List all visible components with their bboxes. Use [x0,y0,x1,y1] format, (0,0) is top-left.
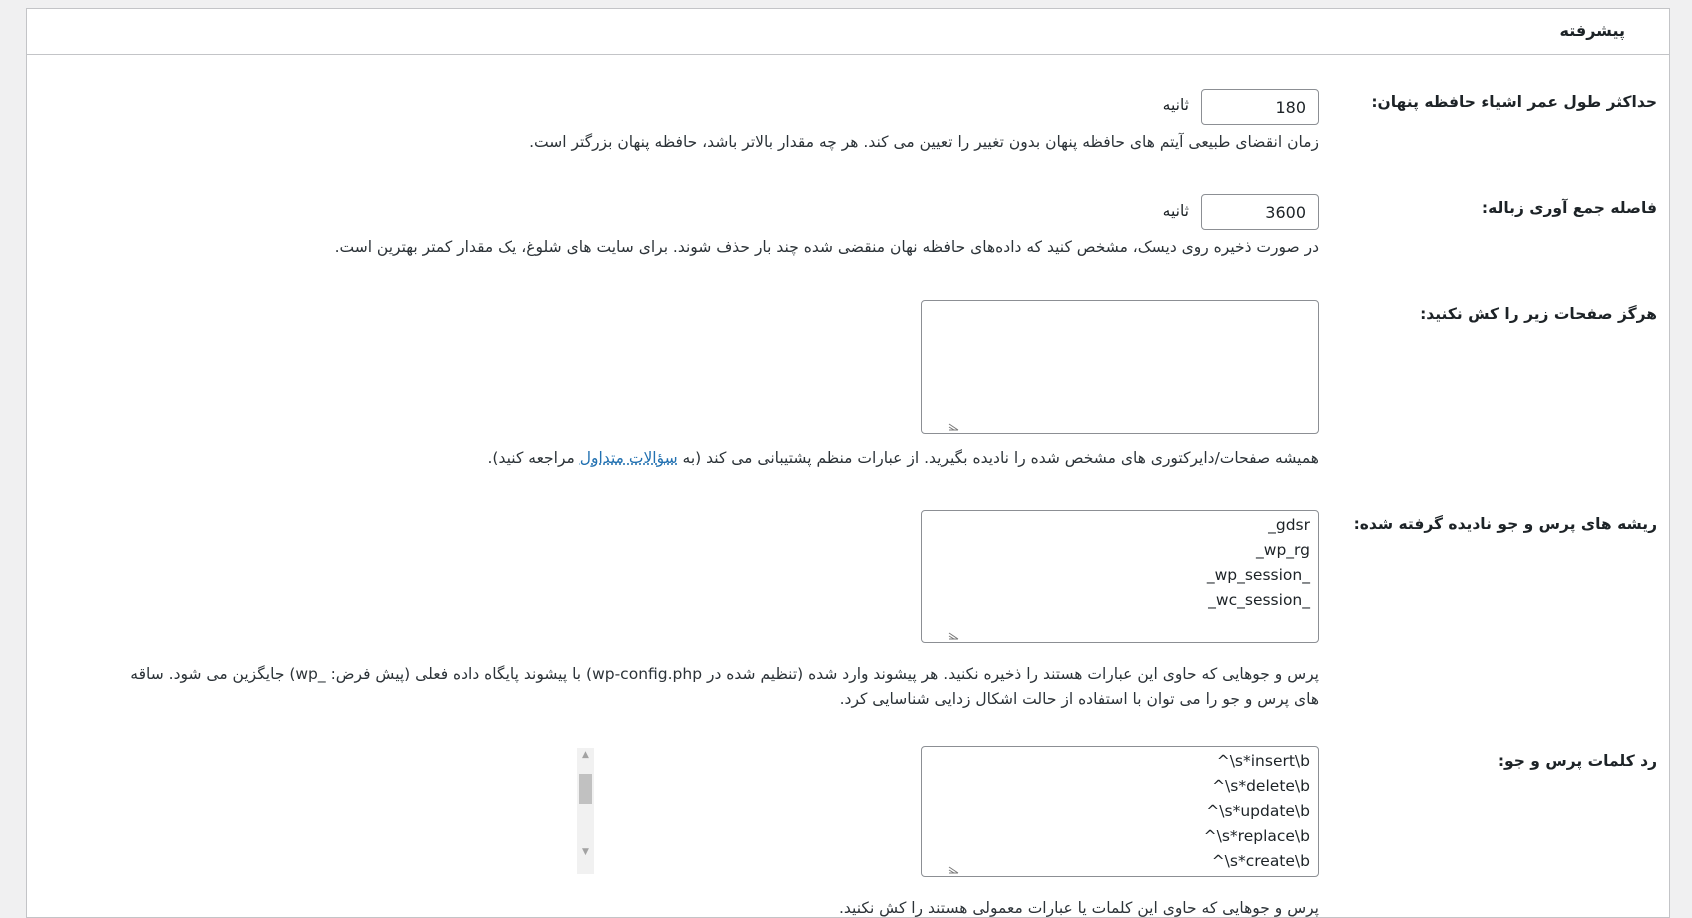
scroll-down-icon[interactable]: ▼ [577,845,594,859]
never-cache-label: هرگز صفحات زیر را کش نکنید: [1420,305,1657,323]
reject-words-scrollbar[interactable]: ▲ ▼ [577,748,594,874]
ignored-stems-description: پرس و جوهایی که حاوی این عبارات هستند را… [69,662,1319,712]
panel-title: پیشرفته [1559,21,1625,40]
panel-header: پیشرفته [27,9,1669,55]
advanced-settings-panel: پیشرفته حداکثر طول عمر اشیاء حافظه پنهان… [26,8,1670,918]
gc-interval-label: فاصله جمع آوری زباله: [1481,199,1657,217]
max-lifetime-label: حداکثر طول عمر اشیاء حافظه پنهان: [1371,93,1657,111]
ignored-stems-textarea[interactable]: _gdsr _wp_rg _wp_session_ _wc_session_ [921,510,1319,643]
gc-interval-input[interactable] [1201,194,1319,230]
scroll-up-icon[interactable]: ▲ [577,748,594,762]
reject-words-textarea[interactable]: ^\s*insert\b ^\s*delete\b ^\s*update\b ^… [921,746,1319,877]
never-cache-desc-before: همیشه صفحات/دایرکتوری های مشخص شده را نا… [682,449,1319,467]
faq-link[interactable]: سؤالات متداول [580,449,678,467]
never-cache-textarea[interactable] [921,300,1319,434]
reject-words-label: رد کلمات پرس و جو: [1497,752,1657,770]
scroll-thumb[interactable] [579,774,592,804]
max-lifetime-description: زمان انقضای طبیعی آیتم های حافظه پنهان ب… [529,133,1319,151]
gc-interval-unit: ثانیه [1162,202,1189,220]
max-lifetime-input[interactable] [1201,89,1319,125]
never-cache-description: همیشه صفحات/دایرکتوری های مشخص شده را نا… [488,446,1320,471]
reject-words-description: پرس و جوهایی که حاوی این کلمات یا عبارات… [838,899,1319,917]
ignored-stems-label: ریشه های پرس و جو نادیده گرفته شده: [1353,515,1657,533]
gc-interval-description: در صورت ذخیره روی دیسک، مشخص کنید که داد… [334,238,1319,256]
max-lifetime-unit: ثانیه [1162,96,1189,114]
ignored-stems-desc-line1: پرس و جوهایی که حاوی این عبارات هستند را… [130,665,1319,683]
ignored-stems-desc-line2: های پرس و جو را می توان با استفاده از حا… [839,690,1319,708]
never-cache-desc-after: مراجعه کنید). [487,449,575,467]
